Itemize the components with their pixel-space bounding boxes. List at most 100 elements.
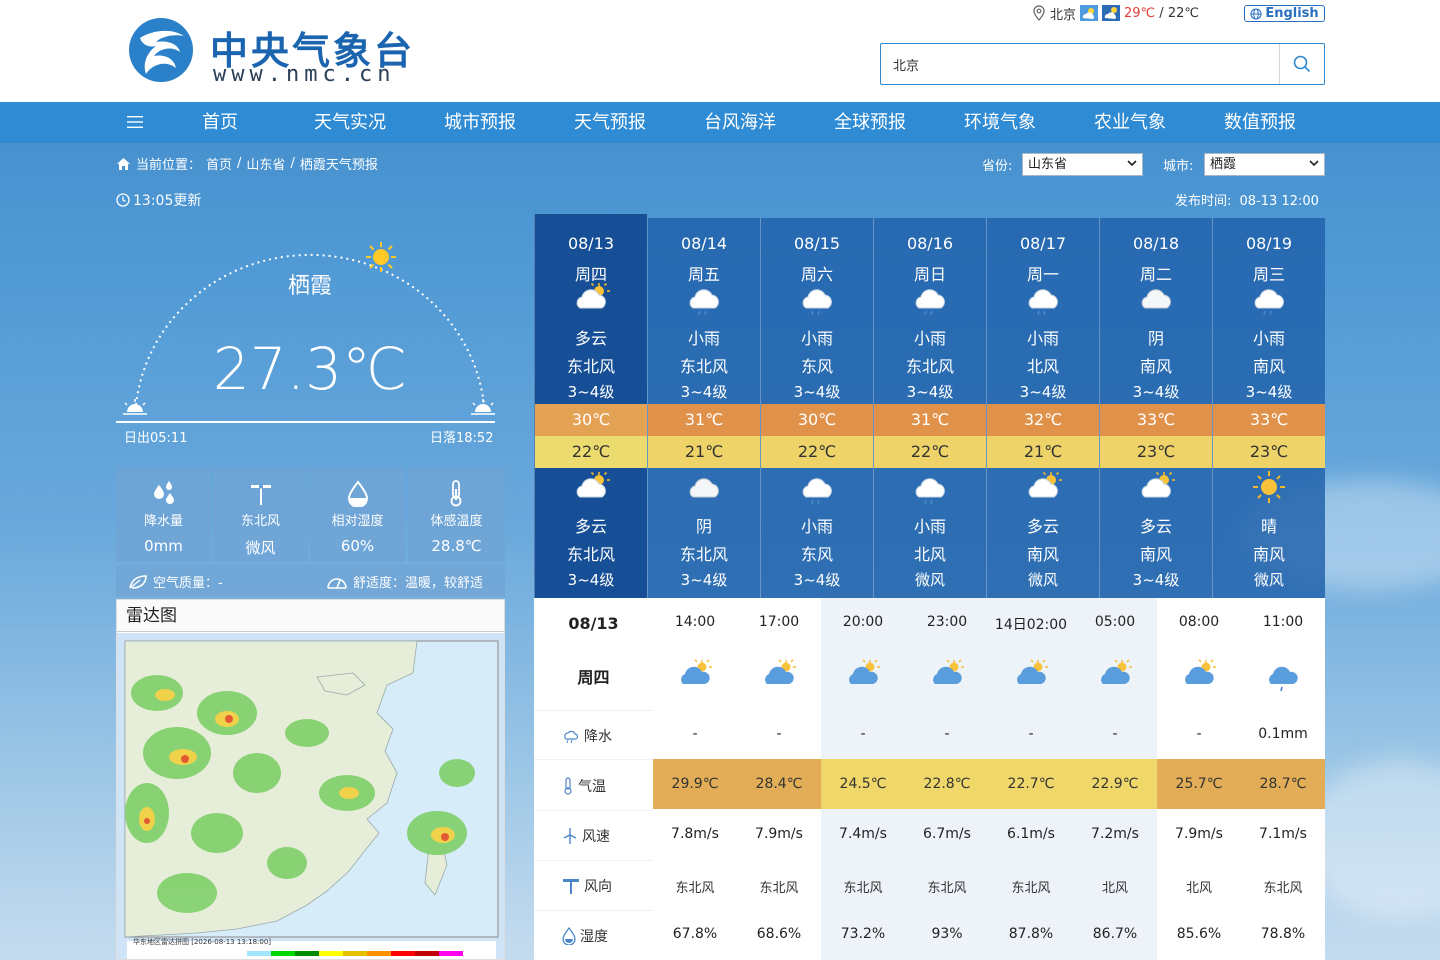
day-wind-level: 3~4级 xyxy=(1019,383,1067,401)
forecast-day-7[interactable]: 08/19 周三 小雨 南风 3~4级 33℃ 23℃ 晴南风 微风 xyxy=(1212,218,1325,598)
search-input[interactable] xyxy=(881,44,1280,84)
partly-cloudy-icon xyxy=(681,659,712,684)
nav-item-observation[interactable]: 天气实况 xyxy=(300,102,400,143)
rain-drops-icon xyxy=(154,481,174,504)
hourly-humidity: 93% xyxy=(931,926,963,942)
hourly-precip: - xyxy=(1112,726,1118,742)
thermometer-icon xyxy=(564,777,572,795)
row-label-precip: 降水 xyxy=(562,726,612,746)
day-wind-level: 3~4级 xyxy=(567,383,615,401)
forecast-day-3[interactable]: 08/15 周六 小雨 东风 3~4级 30℃ 22℃ 小雨 东风 3~4级 xyxy=(760,218,873,598)
sunny-icon xyxy=(1253,471,1285,503)
day-wind-direction: 南风 xyxy=(1252,357,1285,376)
hourly-row-labels: 08/13 周四 降水 气温 风速 风向 湿度 xyxy=(534,598,653,960)
nav-item-agriculture[interactable]: 农业气象 xyxy=(1080,102,1180,143)
night-wind-direction: 北风 xyxy=(913,545,946,564)
nmc-logo-icon[interactable] xyxy=(126,16,196,84)
day-weather: 小雨 xyxy=(800,329,833,348)
hourly-precip: - xyxy=(692,726,698,742)
light-rain-icon xyxy=(915,289,945,316)
hourly-temp: 25.7℃ xyxy=(1157,759,1241,809)
row-label-text: 湿度 xyxy=(580,929,608,945)
day-weather: 小雨 xyxy=(913,329,946,348)
hourly-column: 08:00 - 25.7℃ 7.9m/s 北风 85.6% xyxy=(1157,598,1241,960)
nav-item-city-forecast[interactable]: 城市预报 xyxy=(430,102,530,143)
clock-icon xyxy=(116,193,130,207)
forecast-day-6[interactable]: 08/18 周二阴南风 3~4级 33℃ 23℃ 多云 南风 3~4级 xyxy=(1099,218,1212,598)
english-label: English xyxy=(1265,6,1319,21)
radar-map-image[interactable] xyxy=(117,633,505,960)
day-wind-level: 3~4级 xyxy=(680,383,728,401)
search-button[interactable] xyxy=(1279,44,1324,84)
high-temperature: 32℃ xyxy=(987,404,1099,436)
partly-cloudy-icon xyxy=(849,659,880,684)
city-select[interactable]: 栖霞 xyxy=(1204,153,1325,176)
sunset-icon xyxy=(471,399,495,415)
wind-flag-icon xyxy=(563,879,579,894)
night-wind-level: 3~4级 xyxy=(793,571,841,589)
breadcrumb-province[interactable]: 山东省 xyxy=(246,154,285,173)
hourly-precip: - xyxy=(1028,726,1034,742)
hourly-weekday: 周四 xyxy=(577,668,610,687)
hourly-wind-direction: 东北风 xyxy=(759,881,799,896)
breadcrumb: 当前位置： 首页 / 山东省 / 栖霞天气预报 xyxy=(116,154,378,173)
location-pin-icon xyxy=(1033,5,1045,21)
province-select[interactable]: 山东省 xyxy=(1022,153,1143,176)
row-label-text: 降水 xyxy=(584,729,612,745)
low-temperature: 21℃ xyxy=(648,436,760,468)
province-label: 省份: xyxy=(982,159,1013,174)
night-wind-direction: 东风 xyxy=(800,545,833,564)
hourly-column: 11:00 0.1mm 28.7℃ 7.1m/s 东北风 78.8% xyxy=(1241,598,1325,960)
breadcrumb-home[interactable]: 首页 xyxy=(206,154,232,173)
night-wind-direction: 南风 xyxy=(1026,545,1059,564)
forecast-day-1[interactable]: 08/13 周四 多云 东北风 3~4级 30℃ 22℃ 多云 东北风 3~4级 xyxy=(534,214,647,598)
stat-label: 降水量 xyxy=(143,514,183,529)
update-time-text: 13:05更新 xyxy=(133,193,202,209)
row-label-humidity: 湿度 xyxy=(562,926,608,946)
province-select-value: 山东省 xyxy=(1028,157,1068,172)
breadcrumb-current: 栖霞天气预报 xyxy=(299,158,378,173)
night-weather: 阴 xyxy=(695,517,712,536)
hourly-wind-direction: 北风 xyxy=(1101,881,1128,896)
air-quality-row: 空气质量：- 舒适度：温暖，较舒适 xyxy=(116,565,505,597)
hourly-humidity: 85.6% xyxy=(1176,926,1222,942)
english-switch-button[interactable]: English xyxy=(1244,5,1325,22)
hourly-wind-direction: 北风 xyxy=(1185,881,1212,896)
menu-icon[interactable] xyxy=(127,115,143,129)
nav-item-home[interactable]: 首页 xyxy=(170,102,270,143)
forecast-date: 08/19 xyxy=(1245,234,1293,253)
forecast-date: 08/16 xyxy=(906,234,954,253)
forecast-day-5[interactable]: 08/17 周一 小雨 北风 3~4级 32℃ 21℃ 多云 南风 微风 xyxy=(986,218,1099,598)
hourly-precip: - xyxy=(1196,726,1202,742)
nav-item-global[interactable]: 全球预报 xyxy=(820,102,920,143)
wind-turbine-icon xyxy=(563,828,577,844)
hourly-temp: 22.9℃ xyxy=(1073,759,1157,809)
hourly-humidity: 68.6% xyxy=(756,926,802,942)
nav-item-typhoon[interactable]: 台风海洋 xyxy=(690,102,790,143)
forecast-day-2[interactable]: 08/14 周五 小雨 东北风 3~4级 31℃ 21℃ 阴东北风 3~4级 xyxy=(647,218,760,598)
logo-url[interactable]: www.nmc.cn xyxy=(213,62,395,87)
comfort-index[interactable]: 舒适度：温暖，较舒适 xyxy=(326,572,483,591)
hourly-column: 23:00 - 22.8℃ 6.7m/s 东北风 93% xyxy=(905,598,989,960)
nav-item-weather-forecast[interactable]: 天气预报 xyxy=(560,102,660,143)
forecast-day-4[interactable]: 08/16 周日 小雨 东北风 3~4级 31℃ 22℃ 小雨 北风 微风 xyxy=(873,218,986,598)
overcast-icon xyxy=(1141,289,1171,309)
hourly-wind-speed: 6.7m/s xyxy=(923,826,971,842)
radar-title[interactable]: 雷达图 xyxy=(117,600,504,632)
horizon-line xyxy=(116,421,495,423)
hourly-wind-direction: 东北风 xyxy=(675,881,715,896)
hourly-wind-speed: 7.4m/s xyxy=(839,826,887,842)
stat-label: 体感温度 xyxy=(430,514,483,529)
top-weather-summary[interactable]: 北京 29℃ / 22℃ xyxy=(1032,4,1199,23)
city-label: 城市: xyxy=(1163,159,1194,174)
nav-item-environment[interactable]: 环境气象 xyxy=(950,102,1050,143)
night-weather: 晴 xyxy=(1260,517,1277,536)
stat-wind: 东北风 微风 xyxy=(213,467,308,562)
partly-cloudy-icon xyxy=(1141,471,1175,498)
hourly-day: 08/13 xyxy=(568,614,619,633)
light-rain-icon xyxy=(915,478,945,505)
nav-item-numerical[interactable]: 数值预报 xyxy=(1210,102,1310,143)
current-temperature: 27.3℃ xyxy=(212,335,408,403)
partly-cloudy-icon xyxy=(1101,659,1132,684)
air-quality[interactable]: 空气质量：- xyxy=(128,572,223,591)
